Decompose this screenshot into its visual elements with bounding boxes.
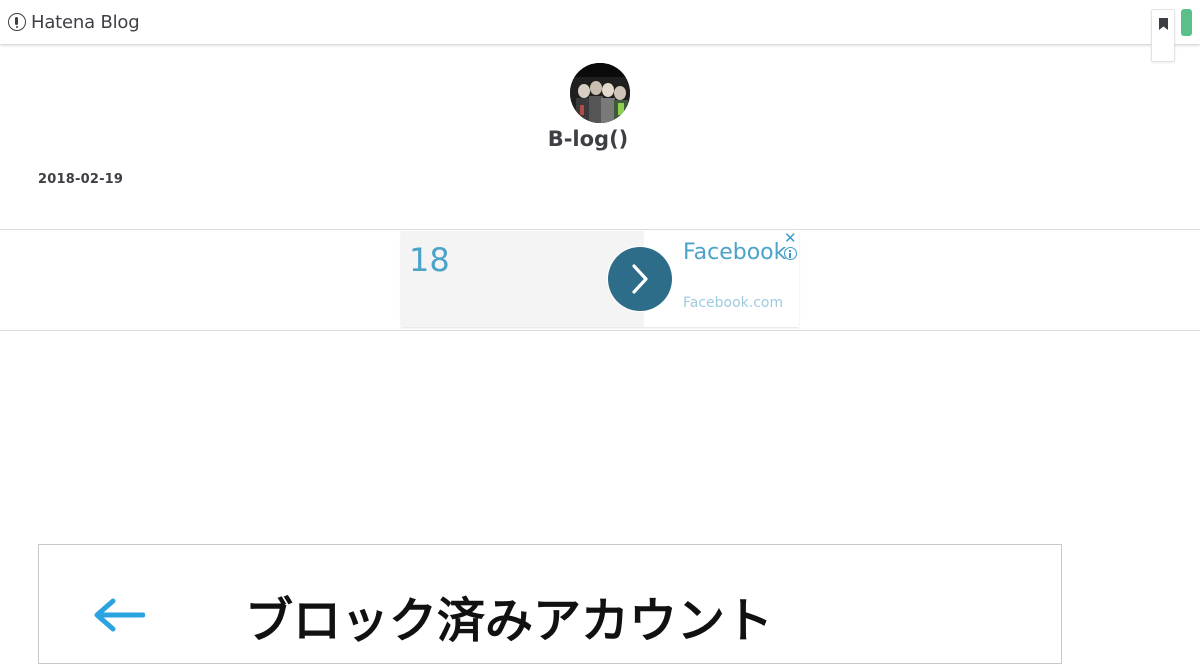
advertisement[interactable]: 18 Facebook Facebook.com ✕ xyxy=(401,231,799,327)
global-header: Hatena Blog xyxy=(0,0,1200,62)
ad-divider-bottom xyxy=(0,330,1200,331)
image-heading: ブロック済みアカウント xyxy=(245,593,774,649)
bookmark-icon xyxy=(1159,18,1168,30)
logo-text: Hatena Blog xyxy=(31,11,140,33)
blog-title[interactable]: B-log() xyxy=(0,127,1176,151)
info-icon[interactable] xyxy=(784,247,797,260)
chevron-right-icon xyxy=(632,264,648,294)
post-date[interactable]: 2018-02-19 xyxy=(38,172,123,187)
ad-open-button[interactable] xyxy=(607,246,673,312)
avatar-image xyxy=(570,63,630,123)
left-arrow-icon xyxy=(94,598,145,632)
ad-open-button-circle xyxy=(608,247,672,311)
hatena-blog-logo[interactable]: Hatena Blog xyxy=(8,10,140,34)
ad-divider-top xyxy=(0,229,1200,230)
blog-avatar[interactable] xyxy=(570,63,630,123)
ad-close-icon[interactable]: ✕ xyxy=(784,231,797,246)
article-screenshot-image: ブロック済みアカウント xyxy=(38,544,1062,664)
ad-headline[interactable]: Facebook xyxy=(683,240,786,265)
ad-domain[interactable]: Facebook.com xyxy=(683,295,783,311)
bookmark-button[interactable] xyxy=(1151,9,1175,62)
ad-number: 18 xyxy=(409,241,450,279)
hatena-logo-icon xyxy=(8,13,26,31)
hatena-menu-tab[interactable] xyxy=(1181,9,1192,36)
